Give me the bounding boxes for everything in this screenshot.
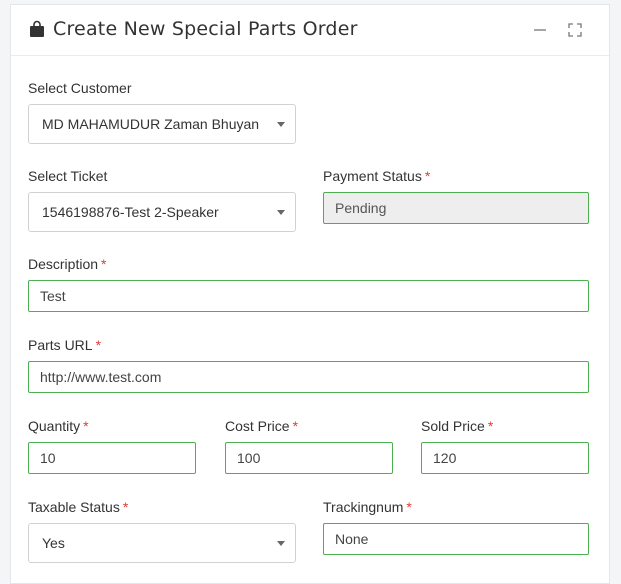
chevron-down-icon <box>277 210 285 215</box>
chevron-down-icon <box>277 541 285 546</box>
taxable-status-label: Taxable Status * <box>28 499 129 515</box>
customer-select-value: MD MAHAMUDUR Zaman Bhuyan <box>42 116 260 132</box>
quantity-value: 10 <box>40 450 56 466</box>
payment-status-value: Pending <box>335 200 387 216</box>
required-mark: * <box>292 418 299 434</box>
parts-url-value: http://www.test.com <box>40 369 162 385</box>
required-mark: * <box>101 256 107 272</box>
required-mark: * <box>487 418 494 434</box>
ticket-select-value: 1546198876-Test 2-Speaker <box>42 204 219 220</box>
sold-price-label: Sold Price * <box>421 418 494 434</box>
payment-status-label: Payment Status * <box>323 168 431 184</box>
taxable-status-select[interactable]: Yes <box>28 523 296 563</box>
description-value: Test <box>40 288 66 304</box>
panel-header: Create New Special Parts Order <box>11 5 609 56</box>
cost-price-input[interactable]: 100 <box>225 442 393 474</box>
quantity-label: Quantity * <box>28 418 89 434</box>
taxable-status-value: Yes <box>42 535 65 551</box>
shopping-bag-icon <box>30 20 44 37</box>
panel-title: Create New Special Parts Order <box>53 18 358 40</box>
customer-select[interactable]: MD MAHAMUDUR Zaman Bhuyan <box>28 104 296 144</box>
required-mark: * <box>83 418 89 434</box>
description-label: Description * <box>28 256 107 272</box>
chevron-down-icon <box>277 122 285 127</box>
cost-price-value: 100 <box>237 450 261 466</box>
expand-icon[interactable] <box>567 22 583 38</box>
trackingnum-label: Trackingnum * <box>323 499 412 515</box>
required-mark: * <box>406 499 412 515</box>
required-mark: * <box>122 499 129 515</box>
minus-icon[interactable] <box>532 22 548 38</box>
quantity-input[interactable]: 10 <box>28 442 196 474</box>
payment-status-field: Pending <box>323 192 589 224</box>
parts-url-label: Parts URL * <box>28 337 102 353</box>
trackingnum-input[interactable]: None <box>323 523 589 555</box>
description-input[interactable]: Test <box>28 280 589 312</box>
ticket-select[interactable]: 1546198876-Test 2-Speaker <box>28 192 296 232</box>
cost-price-label: Cost Price * <box>225 418 299 434</box>
required-mark: * <box>95 337 102 353</box>
ticket-label: Select Ticket <box>28 168 108 184</box>
customer-label: Select Customer <box>28 80 132 96</box>
sold-price-value: 120 <box>433 450 457 466</box>
special-parts-order-panel: Create New Special Parts Order Select Cu… <box>10 4 610 584</box>
sold-price-input[interactable]: 120 <box>421 442 589 474</box>
required-mark: * <box>424 168 431 184</box>
parts-url-input[interactable]: http://www.test.com <box>28 361 589 393</box>
trackingnum-value: None <box>335 531 369 547</box>
